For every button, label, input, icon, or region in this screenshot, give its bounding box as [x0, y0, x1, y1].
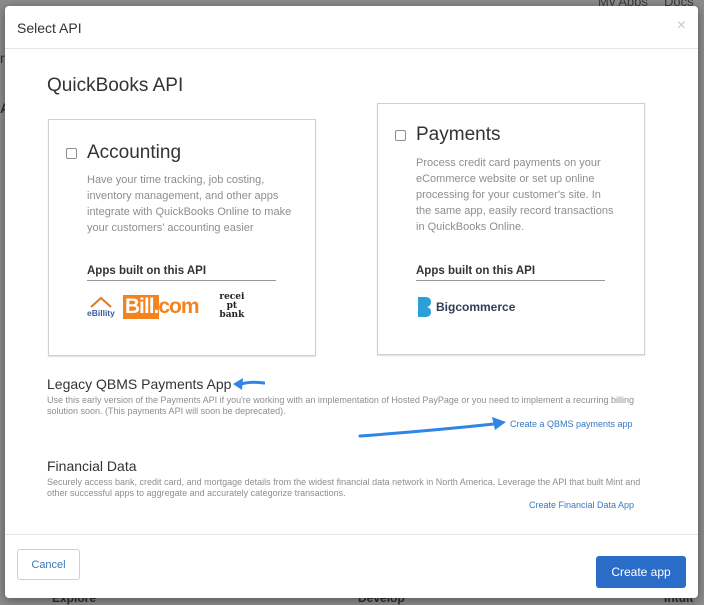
- arrow-right-icon: [358, 417, 506, 438]
- arrow-left-icon: [233, 378, 265, 390]
- accounting-card-head: Accounting: [66, 142, 181, 164]
- close-icon[interactable]: ×: [677, 17, 686, 35]
- create-qbms-payments-app-link[interactable]: Create a QBMS payments app: [510, 419, 633, 429]
- financial-data-title: Financial Data: [47, 458, 137, 474]
- bigcommerce-icon: [418, 297, 431, 317]
- payments-app-logos: Bigcommerce: [416, 296, 515, 318]
- cancel-button[interactable]: Cancel: [17, 549, 80, 580]
- payments-built-label: Apps built on this API: [416, 265, 605, 281]
- payments-card-description: Process credit card payments on your eCo…: [416, 157, 614, 233]
- receipt-bank-logo: receipt bank: [219, 292, 245, 320]
- ebillity-logo: eBillity: [87, 296, 115, 318]
- select-api-modal: Select API × QuickBooks API Accounting H…: [5, 6, 698, 598]
- legacy-qbms-title: Legacy QBMS Payments App: [47, 376, 232, 392]
- accounting-card-title: Accounting: [87, 142, 182, 163]
- payments-card[interactable]: Payments Process credit card payments on…: [377, 103, 645, 355]
- bigcommerce-logo: Bigcommerce: [416, 296, 515, 318]
- accounting-built-label: Apps built on this API: [87, 265, 276, 281]
- payments-checkbox[interactable]: [395, 129, 406, 141]
- legacy-qbms-description: Use this early version of the Payments A…: [47, 395, 635, 416]
- bill-com-logo: Bill.com: [122, 294, 200, 319]
- section-title: QuickBooks API: [47, 75, 184, 96]
- create-app-button[interactable]: Create app: [596, 556, 686, 588]
- accounting-card[interactable]: Accounting Have your time tracking, job …: [48, 119, 316, 356]
- payments-card-title: Payments: [416, 124, 501, 145]
- modal-footer: Cancel Create app: [5, 534, 698, 598]
- create-financial-data-app-link[interactable]: Create Financial Data App: [529, 500, 634, 510]
- modal-header: Select API ×: [5, 6, 698, 49]
- accounting-app-logos: eBillity Bill.com receipt bank: [87, 293, 249, 320]
- accounting-card-description: Have your time tracking, job costing, in…: [87, 174, 292, 234]
- financial-data-description: Securely access bank, credit card, and m…: [47, 477, 641, 498]
- accounting-checkbox[interactable]: [66, 147, 77, 159]
- modal-title: Select API: [17, 20, 82, 36]
- payments-card-head: Payments: [395, 124, 500, 146]
